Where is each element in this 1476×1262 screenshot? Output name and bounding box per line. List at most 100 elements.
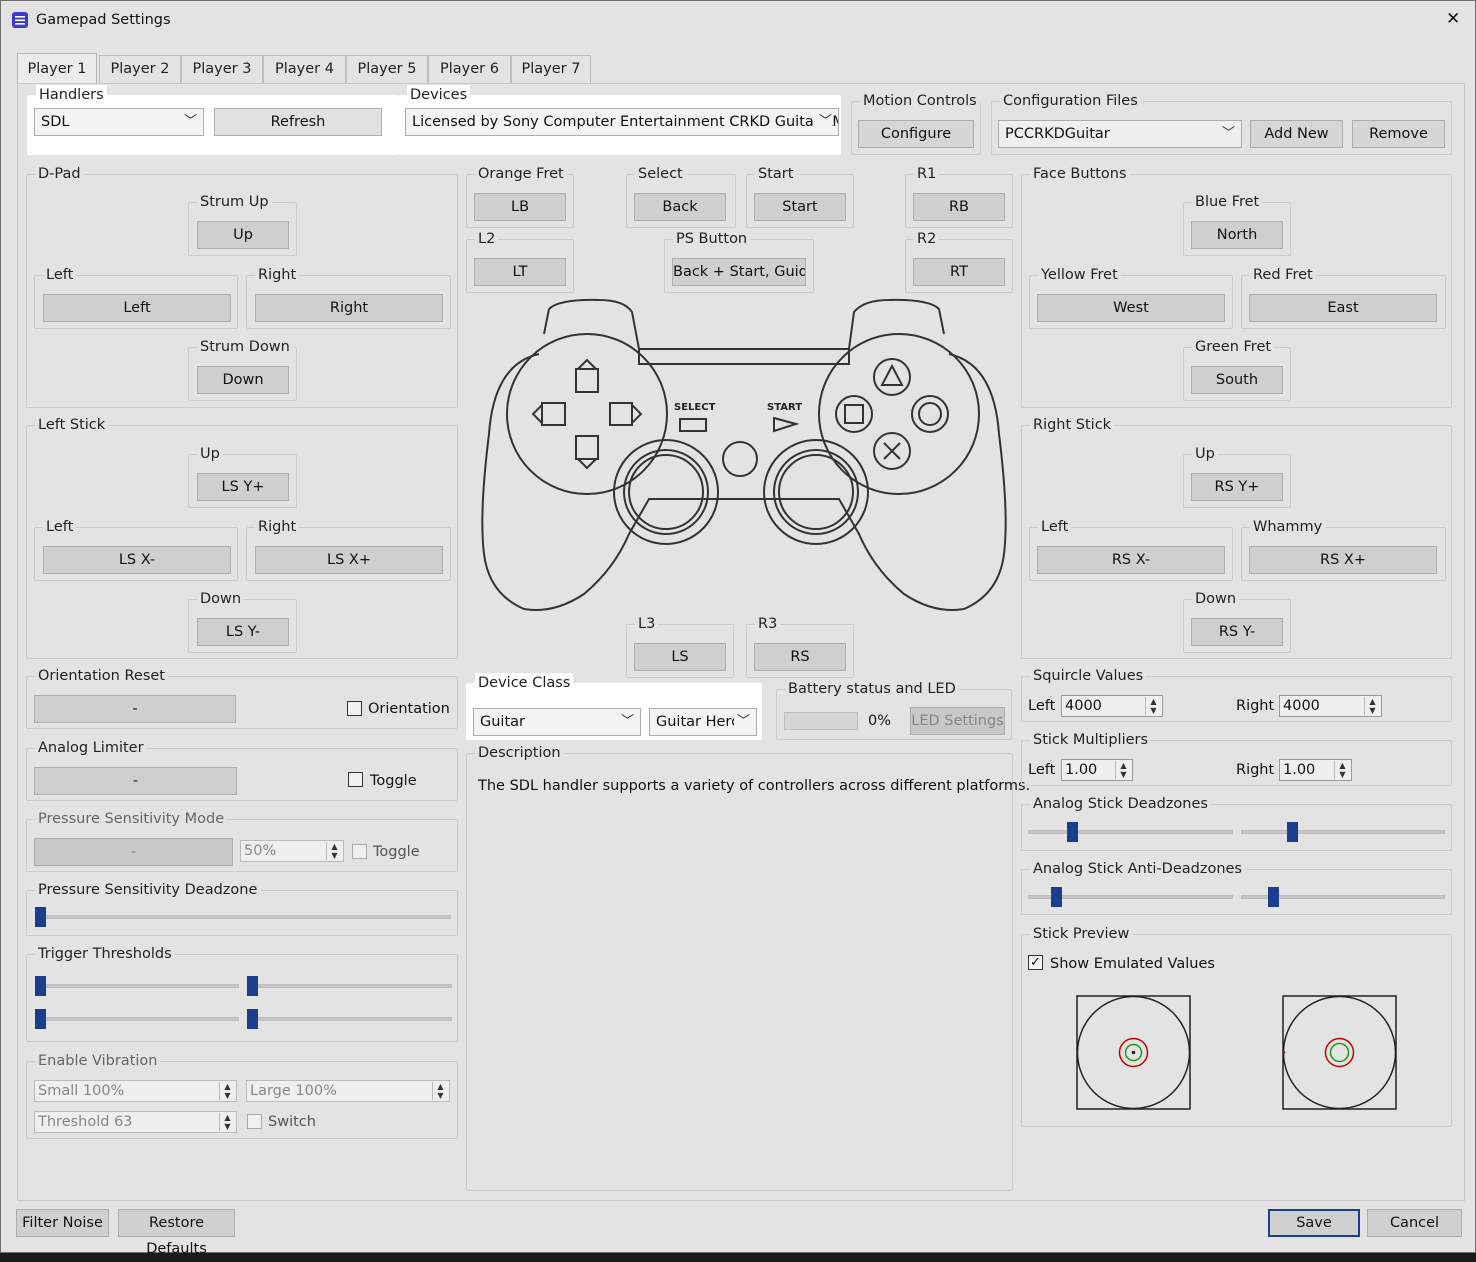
led-settings-button[interactable]: LED Settings bbox=[910, 707, 1005, 735]
deadzone-right-slider[interactable] bbox=[1241, 830, 1445, 834]
tab-player-5[interactable]: Player 5 bbox=[346, 55, 428, 83]
r3-button[interactable]: RS bbox=[754, 643, 846, 671]
restore-defaults-button[interactable]: Restore Defaults bbox=[118, 1209, 235, 1257]
vibration-threshold-spinbox[interactable]: Threshold 63 ▲ ▼ bbox=[34, 1111, 237, 1133]
ls-right-button[interactable]: LS X+ bbox=[255, 546, 443, 574]
orange-fret-label: Orange Fret bbox=[475, 164, 567, 184]
pressure-percent-spinbox[interactable]: 50% ▲ ▼ bbox=[240, 840, 344, 862]
save-button[interactable]: Save bbox=[1268, 1209, 1360, 1237]
west-button[interactable]: West bbox=[1037, 294, 1225, 322]
squircle-right-label: Right bbox=[1236, 698, 1275, 714]
filter-noise-button[interactable]: Filter Noise bbox=[16, 1209, 109, 1237]
configure-button[interactable]: Configure bbox=[858, 120, 974, 148]
dpad-right-button[interactable]: Right bbox=[255, 294, 443, 322]
device-select[interactable]: Licensed by Sony Computer Entertainment … bbox=[405, 108, 839, 136]
deadzone-right-thumb[interactable] bbox=[1287, 822, 1299, 842]
start-group: Start Start bbox=[746, 164, 854, 228]
spin-arrows-icon[interactable]: ▲ ▼ bbox=[219, 1113, 235, 1131]
device-subclass-select[interactable]: Guitar Herc ﹀ bbox=[649, 708, 757, 736]
trigger-threshold-slider[interactable] bbox=[35, 1017, 239, 1021]
remove-button[interactable]: Remove bbox=[1352, 120, 1445, 148]
trigger-threshold-slider[interactable] bbox=[247, 1017, 452, 1021]
trigger-threshold-slider[interactable] bbox=[35, 984, 239, 988]
refresh-button[interactable]: Refresh bbox=[214, 108, 382, 136]
anti-deadzones-label: Analog Stick Anti-Deadzones bbox=[1030, 859, 1245, 879]
large-vibration-spinbox[interactable]: Large 100% ▲ ▼ bbox=[246, 1080, 450, 1102]
r1-button[interactable]: RB bbox=[913, 193, 1005, 221]
r3-group: R3 RS bbox=[746, 614, 854, 678]
configuration-files-label: Configuration Files bbox=[1000, 91, 1141, 111]
rs-down-button[interactable]: RS Y- bbox=[1191, 618, 1283, 646]
ls-up-group: Up LS Y+ bbox=[188, 444, 297, 508]
pressure-deadzone-thumb[interactable] bbox=[35, 907, 46, 927]
analog-limiter-button[interactable]: - bbox=[34, 767, 237, 795]
vibration-switch-checkbox[interactable] bbox=[247, 1114, 262, 1129]
spin-arrows-icon[interactable]: ▲ ▼ bbox=[326, 842, 342, 860]
dpad-down-button[interactable]: Down bbox=[197, 366, 289, 394]
cancel-button[interactable]: Cancel bbox=[1367, 1209, 1462, 1237]
l2-button[interactable]: LT bbox=[474, 258, 566, 286]
select-button[interactable]: Back bbox=[634, 193, 726, 221]
rs-left-button[interactable]: RS X- bbox=[1037, 546, 1225, 574]
tab-player-6[interactable]: Player 6 bbox=[428, 55, 511, 83]
trigger-threshold-thumb[interactable] bbox=[35, 1009, 46, 1029]
orientation-checkbox[interactable] bbox=[347, 701, 362, 716]
trigger-threshold-slider[interactable] bbox=[247, 984, 452, 988]
config-file-select[interactable]: PCCRKDGuitar ﹀ bbox=[998, 120, 1242, 148]
trigger-threshold-thumb[interactable] bbox=[247, 976, 258, 996]
spin-arrows-icon[interactable]: ▲ ▼ bbox=[1334, 761, 1350, 779]
deadzone-left-slider[interactable] bbox=[1028, 830, 1233, 834]
ls-up-button[interactable]: LS Y+ bbox=[197, 473, 289, 501]
dpad-up-button[interactable]: Up bbox=[197, 221, 289, 249]
ps-button-label: PS Button bbox=[673, 229, 751, 249]
rs-up-button[interactable]: RS Y+ bbox=[1191, 473, 1283, 501]
ls-down-button[interactable]: LS Y- bbox=[197, 618, 289, 646]
orange-fret-button[interactable]: LB bbox=[474, 193, 566, 221]
ls-down-label: Down bbox=[197, 589, 245, 609]
tab-player-1[interactable]: Player 1 bbox=[17, 53, 97, 84]
ps-button-group: PS Button Back + Start, Guide bbox=[664, 229, 814, 293]
multiplier-right-spinbox[interactable]: 1.00 ▲ ▼ bbox=[1279, 759, 1352, 781]
squircle-left-spinbox[interactable]: 4000 ▲ ▼ bbox=[1061, 695, 1163, 717]
spin-arrows-icon[interactable]: ▲ ▼ bbox=[432, 1082, 448, 1100]
ls-left-button[interactable]: LS X- bbox=[43, 546, 231, 574]
handler-select[interactable]: SDL ﹀ bbox=[34, 108, 204, 136]
tab-player-4[interactable]: Player 4 bbox=[263, 55, 346, 83]
east-button[interactable]: East bbox=[1249, 294, 1437, 322]
pressure-toggle-checkbox[interactable] bbox=[352, 844, 367, 859]
small-vibration-value: Small 100% bbox=[38, 1083, 125, 1099]
trigger-threshold-thumb[interactable] bbox=[247, 1009, 258, 1029]
anti-deadzone-left-thumb[interactable] bbox=[1051, 887, 1063, 907]
deadzone-left-thumb[interactable] bbox=[1066, 822, 1078, 842]
show-emulated-checkbox[interactable]: ✓ bbox=[1028, 955, 1043, 970]
spin-arrows-icon[interactable]: ▲ ▼ bbox=[1364, 697, 1380, 715]
l3-button[interactable]: LS bbox=[634, 643, 726, 671]
spin-arrows-icon[interactable]: ▲ ▼ bbox=[1115, 761, 1131, 779]
dpad-left-button[interactable]: Left bbox=[43, 294, 231, 322]
analog-limiter-checkbox[interactable] bbox=[348, 772, 363, 787]
ls-right-label: Right bbox=[255, 517, 300, 537]
trigger-threshold-thumb[interactable] bbox=[35, 976, 46, 996]
south-button[interactable]: South bbox=[1191, 366, 1283, 394]
face-bottom-group: Green Fret South bbox=[1183, 337, 1291, 401]
tab-player-2[interactable]: Player 2 bbox=[99, 55, 181, 83]
rs-right-button[interactable]: RS X+ bbox=[1249, 546, 1437, 574]
orientation-reset-button[interactable]: - bbox=[34, 695, 236, 723]
anti-deadzone-right-thumb[interactable] bbox=[1268, 887, 1280, 907]
r2-button[interactable]: RT bbox=[913, 258, 1005, 286]
pressure-deadzone-slider[interactable] bbox=[35, 915, 451, 919]
start-button[interactable]: Start bbox=[754, 193, 846, 221]
squircle-right-spinbox[interactable]: 4000 ▲ ▼ bbox=[1279, 695, 1382, 717]
spin-arrows-icon[interactable]: ▲ ▼ bbox=[219, 1082, 235, 1100]
device-class-select[interactable]: Guitar ﹀ bbox=[473, 708, 641, 736]
add-new-button[interactable]: Add New bbox=[1250, 120, 1343, 148]
tab-player-7[interactable]: Player 7 bbox=[511, 55, 591, 83]
tab-player-3[interactable]: Player 3 bbox=[181, 55, 263, 83]
small-vibration-spinbox[interactable]: Small 100% ▲ ▼ bbox=[34, 1080, 237, 1102]
close-icon[interactable]: ✕ bbox=[1446, 9, 1460, 29]
pressure-mode-button[interactable]: - bbox=[34, 838, 233, 866]
north-button[interactable]: North bbox=[1191, 221, 1283, 249]
ps-button-button[interactable]: Back + Start, Guide bbox=[672, 258, 806, 286]
multiplier-left-spinbox[interactable]: 1.00 ▲ ▼ bbox=[1061, 759, 1133, 781]
spin-arrows-icon[interactable]: ▲ ▼ bbox=[1145, 697, 1161, 715]
